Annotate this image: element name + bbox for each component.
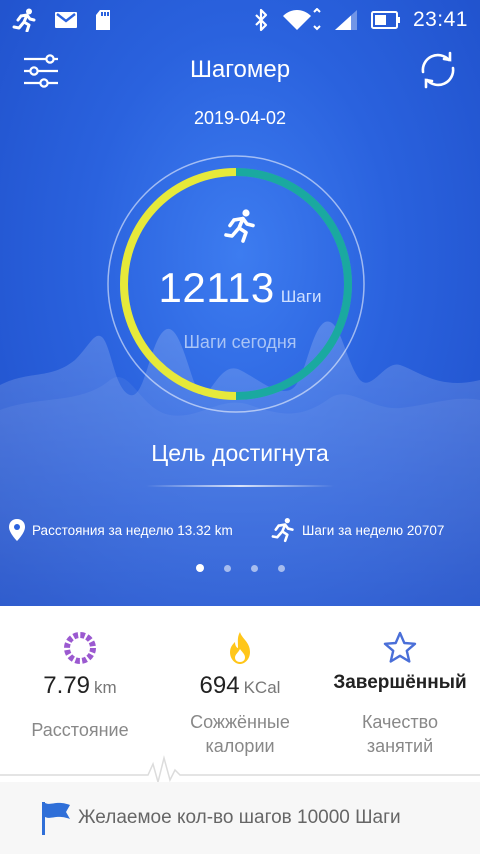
weekly-distance-text: Расстояния за неделю 13.32 km [32, 522, 233, 538]
quality-value: Завершённый [333, 672, 467, 693]
today-steps-value: 12113 [158, 264, 275, 311]
flame-icon [230, 632, 250, 664]
bluetooth-icon [255, 8, 268, 32]
wifi-icon [282, 8, 321, 31]
today-steps-unit: Шаги [280, 287, 322, 306]
heartbeat-divider [0, 755, 480, 784]
calories-label: Сожжённые калории [168, 710, 312, 758]
target-bar[interactable]: Желаемое кол-во шагов 10000 Шаги [0, 782, 480, 854]
page-indicator [0, 562, 480, 574]
weekly-distance: Расстояния за неделю 13.32 km [8, 516, 233, 544]
today-steps-label: Шаги сегодня [183, 332, 297, 352]
current-date: 2019-04-02 [193, 108, 287, 128]
distance-unit: km [94, 678, 117, 697]
page-dot-1[interactable] [195, 564, 204, 572]
page-dot-3[interactable] [250, 564, 258, 572]
signal-icon [334, 10, 357, 30]
weekly-steps-text: Шаги за неделю 20707 [302, 522, 445, 538]
calories-value-row: 694 KCal [160, 672, 320, 700]
target-steps[interactable]: Желаемое кол-во шагов 10000 Шаги [40, 802, 401, 835]
today-steps: 12113 Шаги [0, 264, 480, 312]
distance-value-row: 7.79 km [0, 672, 160, 700]
distance-value: 7.79 [43, 672, 91, 699]
quality-value-row: Завершённый [320, 672, 480, 694]
calories-unit: KCal [243, 678, 281, 697]
page-dot-4[interactable] [277, 564, 285, 572]
page-title: Шагомер [189, 56, 291, 83]
calories-value: 694 [199, 672, 240, 699]
location-pin-icon [9, 519, 25, 541]
page-dot-2[interactable] [223, 564, 231, 572]
hero-panel: 23:41 Шагомер 2019-04-02 12113 Шаги Шаги… [0, 0, 480, 606]
status-time: 23:41 [412, 8, 468, 31]
sd-card-icon [96, 10, 110, 30]
gmail-icon [55, 12, 77, 28]
quality-label-line1: Качество [361, 712, 439, 732]
running-icon [12, 8, 36, 32]
battery-icon [370, 11, 400, 29]
target-steps-text: Желаемое кол-во шагов 10000 Шаги [78, 807, 401, 828]
goal-status: Цель достигнута [151, 440, 329, 466]
sync-icon[interactable] [414, 48, 462, 92]
quality-label: Качество занятий [328, 710, 472, 758]
calories-label-line1: Сожжённые [190, 712, 290, 732]
goal-underline [146, 485, 334, 487]
star-icon [383, 631, 417, 663]
weekly-steps: Шаги за неделю 20707 [270, 516, 444, 544]
running-man-icon [224, 209, 255, 243]
running-man-icon-small [271, 518, 294, 543]
status-bar: 23:41 [0, 0, 480, 40]
distance-ring-icon [64, 632, 96, 664]
flag-icon [42, 802, 70, 835]
distance-label: Расстояние [31, 720, 129, 740]
